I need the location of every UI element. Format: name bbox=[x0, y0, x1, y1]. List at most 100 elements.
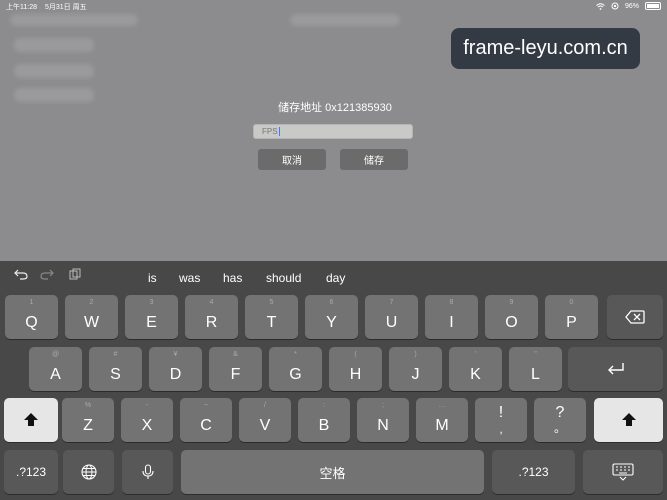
blurred-background-row bbox=[14, 64, 94, 78]
key-secondary-char: # bbox=[113, 351, 118, 358]
key-n[interactable]: ; N bbox=[357, 398, 409, 442]
cancel-button[interactable]: 取消 bbox=[258, 149, 326, 170]
key-secondary-char: 5 bbox=[269, 299, 274, 306]
key-o[interactable]: 9O bbox=[485, 295, 538, 339]
key-primary-char: F bbox=[230, 366, 241, 383]
undo-icon[interactable] bbox=[14, 268, 28, 280]
key-y[interactable]: 6Y bbox=[305, 295, 358, 339]
redo-icon[interactable] bbox=[40, 268, 54, 280]
key-k[interactable]: ' K bbox=[449, 347, 502, 391]
key-question-period[interactable]: 。? bbox=[534, 398, 586, 442]
key-primary-char: A bbox=[50, 366, 61, 383]
key-primary-char: R bbox=[205, 314, 218, 331]
key-r[interactable]: 4R bbox=[185, 295, 238, 339]
key-primary-char: O bbox=[505, 314, 518, 331]
numbers-key-left[interactable]: .?123 bbox=[4, 450, 58, 494]
key-secondary-char: & bbox=[233, 351, 238, 358]
suggestion-3[interactable]: has bbox=[223, 271, 242, 285]
shift-icon bbox=[621, 413, 636, 426]
key-w[interactable]: 2W bbox=[65, 295, 118, 339]
key-secondary-char: 2 bbox=[89, 299, 94, 306]
shift-key-right[interactable] bbox=[594, 398, 663, 442]
key-secondary-char: % bbox=[84, 402, 92, 409]
key-exclamation-comma[interactable]: ,! bbox=[475, 398, 527, 442]
key-secondary-char: 8 bbox=[449, 299, 454, 306]
key-secondary-char: 1 bbox=[29, 299, 34, 306]
key-primary-char: S bbox=[110, 366, 121, 383]
delete-key[interactable] bbox=[607, 295, 663, 339]
value-input[interactable]: FPS bbox=[253, 124, 413, 139]
lock-rotation-icon bbox=[611, 2, 619, 10]
key-primary-char: Q bbox=[25, 314, 38, 331]
key-c[interactable]: ~ C bbox=[180, 398, 232, 442]
status-time: 上午11:28 bbox=[6, 4, 37, 11]
key-m[interactable]: … M bbox=[416, 398, 468, 442]
blurred-background-search bbox=[290, 14, 400, 26]
key-primary-char: G bbox=[289, 366, 302, 383]
key-secondary-char: 0 bbox=[569, 299, 574, 306]
suggestion-2[interactable]: was bbox=[179, 271, 200, 285]
numbers-key-right[interactable]: .?123 bbox=[492, 450, 575, 494]
suggestion-4[interactable]: should bbox=[266, 271, 301, 285]
globe-key[interactable] bbox=[63, 450, 114, 494]
key-primary-char: M bbox=[435, 417, 449, 434]
key-b[interactable]: :B bbox=[298, 398, 350, 442]
key-x[interactable]: -X bbox=[121, 398, 173, 442]
suggestion-1[interactable]: is bbox=[148, 271, 157, 285]
hide-keyboard-key[interactable] bbox=[583, 450, 663, 494]
key-i[interactable]: 8I bbox=[425, 295, 478, 339]
key-secondary-char: ) bbox=[414, 351, 417, 358]
space-key[interactable]: 空格 bbox=[181, 450, 484, 494]
key-primary-char: W bbox=[83, 314, 100, 331]
key-e[interactable]: 3E bbox=[125, 295, 178, 339]
key-primary-char: U bbox=[385, 314, 398, 331]
shift-key-left[interactable] bbox=[4, 398, 58, 442]
key-h[interactable]: (H bbox=[329, 347, 382, 391]
key-secondary-char: ( bbox=[354, 351, 357, 358]
suggestion-5[interactable]: day bbox=[326, 271, 345, 285]
key-secondary-char: ~ bbox=[203, 402, 209, 409]
key-a[interactable]: @ A bbox=[29, 347, 82, 391]
key-f[interactable]: & F bbox=[209, 347, 262, 391]
key-secondary-char: - bbox=[145, 402, 149, 409]
keyboard-hide-icon bbox=[612, 463, 634, 481]
key-p[interactable]: 0P bbox=[545, 295, 598, 339]
globe-icon bbox=[80, 464, 97, 480]
wifi-icon bbox=[596, 2, 605, 10]
key-secondary-char: * bbox=[294, 351, 297, 358]
key-s[interactable]: # S bbox=[89, 347, 142, 391]
value-input-text: FPS bbox=[262, 127, 278, 136]
key-v[interactable]: / V bbox=[239, 398, 291, 442]
battery-percent: 96% bbox=[624, 2, 639, 10]
key-primary-char: B bbox=[318, 417, 330, 434]
return-key[interactable] bbox=[568, 347, 663, 391]
key-secondary-char: @ bbox=[51, 351, 60, 358]
key-secondary-char: , bbox=[499, 422, 503, 436]
key-z[interactable]: % Z bbox=[62, 398, 114, 442]
watermark: frame-leyu.com.cn bbox=[451, 28, 640, 69]
paste-icon[interactable] bbox=[69, 268, 81, 280]
key-secondary-char: " bbox=[534, 351, 537, 358]
key-primary-char: C bbox=[200, 417, 212, 434]
key-primary-char: V bbox=[259, 417, 271, 434]
key-primary-char: P bbox=[566, 314, 577, 331]
status-bar: 上午11:28 5月31日 周五 96% bbox=[0, 0, 667, 12]
key-u[interactable]: 7U bbox=[365, 295, 418, 339]
key-t[interactable]: 5T bbox=[245, 295, 298, 339]
text-caret bbox=[278, 127, 280, 137]
save-button[interactable]: 储存 bbox=[340, 149, 408, 170]
key-primary-char: D bbox=[169, 366, 182, 383]
dialog-title: 储存地址 0x121385930 bbox=[278, 102, 392, 114]
status-date: 5月31日 周五 bbox=[45, 4, 87, 11]
key-q[interactable]: 1Q bbox=[5, 295, 58, 339]
delete-icon bbox=[625, 310, 645, 324]
key-l[interactable]: " L bbox=[509, 347, 562, 391]
key-d[interactable]: ¥ D bbox=[149, 347, 202, 391]
key-primary-char: T bbox=[266, 314, 277, 331]
microphone-key[interactable] bbox=[122, 450, 173, 494]
return-icon bbox=[607, 363, 624, 375]
key-primary-char: K bbox=[470, 366, 481, 383]
key-g[interactable]: * G bbox=[269, 347, 322, 391]
key-primary-char: L bbox=[531, 366, 540, 383]
key-j[interactable]: ) J bbox=[389, 347, 442, 391]
